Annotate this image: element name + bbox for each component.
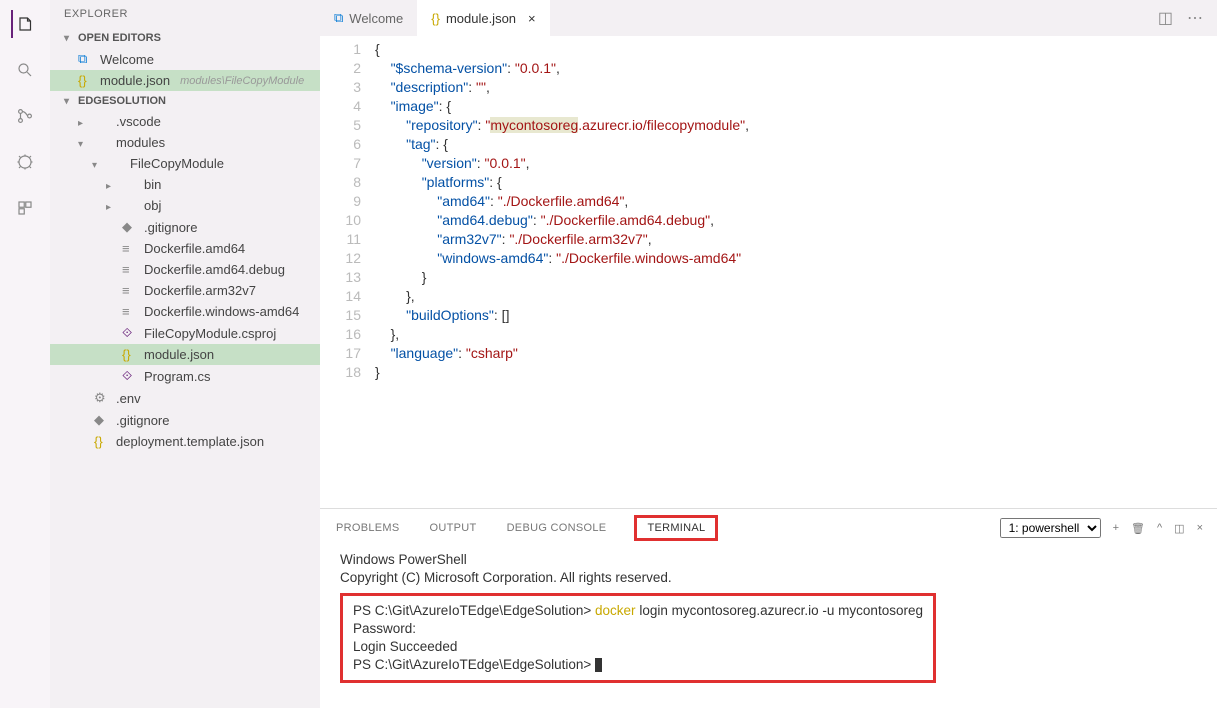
vscode-icon: ⧉ [334,10,343,26]
tree-item[interactable]: ⟐Program.cs [50,365,320,387]
panel-tabs: PROBLEMS OUTPUT DEBUG CONSOLE TERMINAL 1… [320,509,1217,541]
vscode-icon: ⧉ [78,51,94,67]
terminal-line: Password: [353,620,923,638]
tree-item[interactable]: {}deployment.template.json [50,431,320,452]
terminal-line: Copyright (C) Microsoft Corporation. All… [340,569,1197,587]
tree-item[interactable]: .vscode [50,111,320,132]
debug-icon[interactable] [11,148,39,176]
tree-item[interactable]: ◆.gitignore [50,216,320,238]
file-icon: ⟐ [122,368,138,384]
file-icon: {} [94,434,110,449]
json-icon: {} [431,11,440,26]
extensions-icon[interactable] [11,194,39,222]
file-icon: ≡ [122,262,138,277]
tree-item[interactable]: {}module.json [50,344,320,365]
tab-problems[interactable]: PROBLEMS [334,518,402,538]
tree-item[interactable]: modules [50,132,320,153]
file-icon: ⟐ [122,325,138,341]
tree-item[interactable]: ≡Dockerfile.windows-amd64 [50,301,320,322]
close-panel-icon[interactable]: × [1197,522,1203,534]
terminal-line: PS C:\Git\AzureIoTEdge\EdgeSolution> [353,656,923,674]
close-icon[interactable]: × [528,11,536,26]
tree-item[interactable]: obj [50,195,320,216]
tree-item[interactable]: bin [50,174,320,195]
tab-debug-console[interactable]: DEBUG CONSOLE [505,518,609,538]
highlighted-terminal-block: PS C:\Git\AzureIoTEdge\EdgeSolution> doc… [340,593,936,683]
chevron-up-icon[interactable]: ^ [1157,522,1162,534]
main-area: ⧉Welcome {}module.json× ◫ ⋯ 123456789101… [320,0,1217,708]
terminal-line: Windows PowerShell [340,551,1197,569]
source-control-icon[interactable] [11,102,39,130]
terminal-line: Login Succeeded [353,638,923,656]
file-icon: {} [122,347,138,362]
kill-terminal-icon[interactable]: 🗑 [1131,522,1145,535]
open-editors-header[interactable]: OPEN EDITORS [50,28,320,48]
tab-welcome[interactable]: ⧉Welcome [320,0,417,36]
search-icon[interactable] [11,56,39,84]
file-icon: ◆ [122,219,138,235]
new-terminal-icon[interactable]: + [1113,522,1119,534]
tree-item[interactable]: ≡Dockerfile.amd64 [50,238,320,259]
split-editor-icon[interactable]: ◫ [1158,8,1173,28]
editor-tabs: ⧉Welcome {}module.json× ◫ ⋯ [320,0,1217,36]
tree-item[interactable]: ≡Dockerfile.amd64.debug [50,259,320,280]
terminal-line: PS C:\Git\AzureIoTEdge\EdgeSolution> doc… [353,602,923,620]
more-icon[interactable]: ⋯ [1187,8,1203,28]
tab-output[interactable]: OUTPUT [428,518,479,538]
split-icon[interactable]: ◫ [1174,522,1184,535]
code-editor[interactable]: 123456789101112131415161718 { "$schema-v… [320,36,1217,508]
tab-module-json[interactable]: {}module.json× [417,0,549,36]
explorer-sidebar: EXPLORER OPEN EDITORS ⧉Welcome {}module.… [50,0,320,708]
tree-item[interactable]: ⟐FileCopyModule.csproj [50,322,320,344]
files-icon[interactable] [11,10,39,38]
tree-item[interactable]: FileCopyModule [50,153,320,174]
code-content: { "$schema-version": "0.0.1", "descripti… [375,36,1217,508]
tree-item[interactable]: ⚙.env [50,387,320,409]
file-icon: ⚙ [94,390,110,406]
open-editor-welcome[interactable]: ⧉Welcome [50,48,320,70]
project-header[interactable]: EDGESOLUTION [50,91,320,111]
file-icon: ◆ [94,412,110,428]
tab-terminal[interactable]: TERMINAL [634,515,718,541]
tree-item[interactable]: ≡Dockerfile.arm32v7 [50,280,320,301]
cursor [595,658,602,672]
tree-item[interactable]: ◆.gitignore [50,409,320,431]
terminal-content[interactable]: Windows PowerShell Copyright (C) Microso… [320,541,1217,708]
activity-bar [0,0,50,708]
terminal-select[interactable]: 1: powershell [1000,518,1101,538]
json-icon: {} [78,73,94,88]
file-icon: ≡ [122,283,138,298]
bottom-panel: PROBLEMS OUTPUT DEBUG CONSOLE TERMINAL 1… [320,508,1217,708]
file-icon: ≡ [122,241,138,256]
file-icon: ≡ [122,304,138,319]
explorer-title: EXPLORER [50,0,320,28]
line-gutter: 123456789101112131415161718 [320,36,375,508]
open-editor-module-json[interactable]: {}module.jsonmodules\FileCopyModule [50,70,320,91]
